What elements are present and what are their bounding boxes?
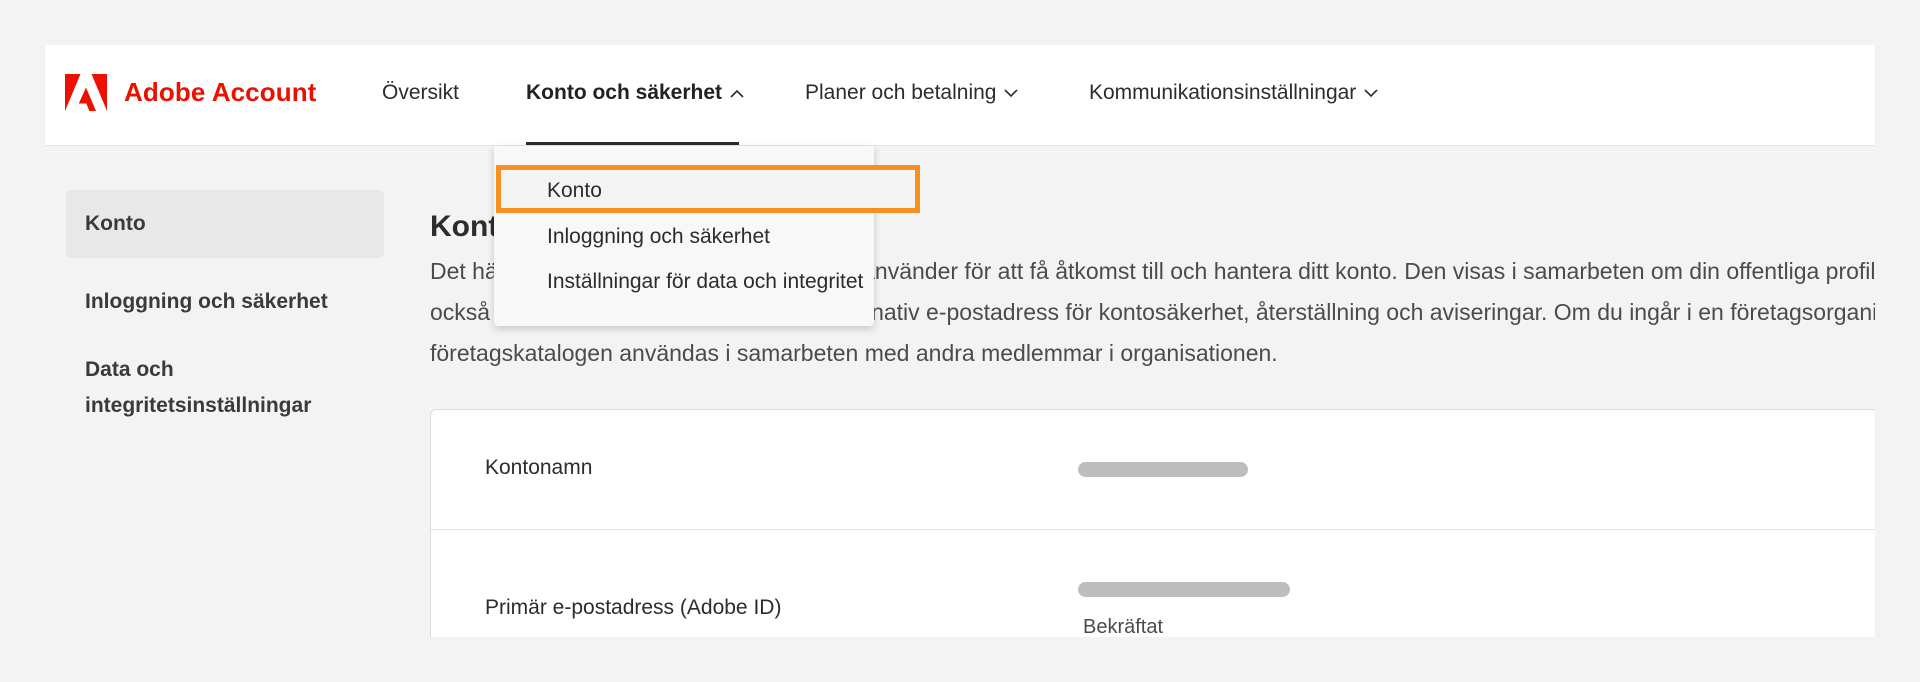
app-name: Adobe Account (124, 77, 317, 107)
sidebar-item-inloggning-och-sakerhet[interactable]: Inloggning och säkerhet (66, 272, 384, 332)
adobe-account-logo[interactable]: Adobe Account (65, 74, 316, 111)
primary-email-row[interactable]: Primär e-postadress (Adobe ID) Bekräftat (431, 530, 1875, 637)
account-name-row[interactable]: Kontonamn (431, 410, 1875, 530)
nav-tab-kommunikationsinstallningar[interactable]: Kommunikationsinställningar (1089, 81, 1378, 105)
sidebar-item-label-line1: Data och (85, 358, 174, 381)
redacted-email (1078, 582, 1290, 597)
sidebar-item-data-och-integritet[interactable]: Data och integritetsinställningar (66, 344, 384, 424)
primary-email-label: Primär e-postadress (Adobe ID) (485, 596, 782, 619)
adobe-logo-icon (65, 74, 107, 111)
description-line: företagskatalogen användas i samarbeten … (430, 340, 1278, 366)
active-tab-indicator (526, 142, 739, 145)
konto-och-sakerhet-dropdown: Konto Inloggning och säkerhet Inställnin… (494, 146, 920, 326)
chevron-down-icon (1364, 88, 1378, 97)
nav-tab-konto-och-sakerhet[interactable]: Konto och säkerhet (526, 81, 744, 105)
redacted-account-name (1078, 462, 1248, 477)
nav-tab-label: Konto och säkerhet (526, 81, 723, 104)
nav-tab-label: Översikt (382, 81, 460, 104)
sidebar-item-label: Inloggning och säkerhet (85, 290, 328, 313)
nav-tab-oversikt[interactable]: Översikt (382, 81, 459, 105)
chevron-down-icon (1004, 88, 1019, 97)
nav-tab-planer-och-betalning[interactable]: Planer och betalning (805, 81, 1019, 105)
sidebar-item-konto[interactable]: Konto (66, 190, 384, 258)
account-name-label: Kontonamn (485, 456, 593, 479)
dropdown-item-konto[interactable]: Konto (547, 179, 602, 203)
top-navigation-bar: Adobe Account Översikt Konto och säkerhe… (45, 45, 1875, 146)
nav-tab-label: Planer och betalning (805, 81, 997, 104)
email-verified-status: Bekräftat (1083, 616, 1164, 637)
chevron-up-icon (730, 89, 744, 98)
nav-tab-label: Kommunikationsinställningar (1089, 81, 1357, 104)
app-frame: Adobe Account Översikt Konto och säkerhe… (45, 45, 1875, 637)
dropdown-item-inloggning-och-sakerhet[interactable]: Inloggning och säkerhet (547, 225, 770, 249)
account-info-card: Kontonamn Primär e-postadress (Adobe ID)… (430, 409, 1875, 637)
dropdown-item-data-och-integritet[interactable]: Inställningar för data och integritet (547, 270, 863, 294)
sidebar-item-label-line2: integritetsinställningar (85, 394, 312, 417)
sidebar: Konto Inloggning och säkerhet Data och i… (66, 190, 384, 424)
sidebar-item-label: Konto (85, 212, 146, 235)
